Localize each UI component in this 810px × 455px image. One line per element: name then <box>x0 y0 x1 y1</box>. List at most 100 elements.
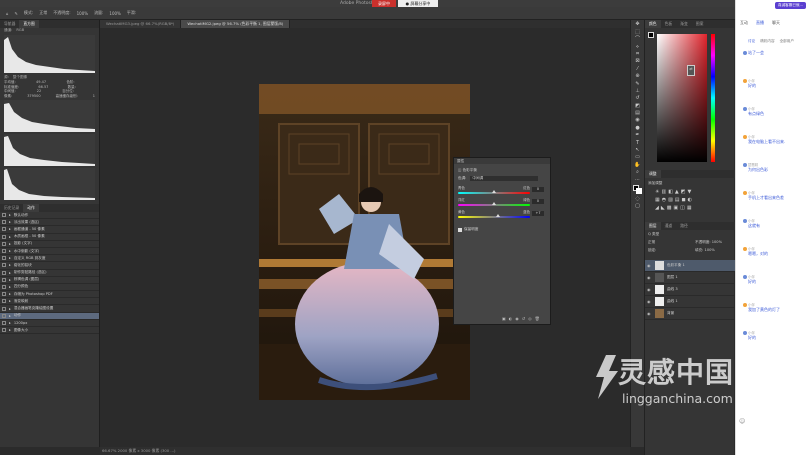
expand-arrow-icon[interactable]: ▸ <box>9 242 11 246</box>
avatar[interactable] <box>743 107 747 111</box>
channel-select[interactable]: RGB <box>16 28 24 33</box>
layer-name[interactable]: 背景 <box>667 311 674 316</box>
slider-value-field[interactable]: 0 <box>532 187 544 192</box>
layer-name[interactable]: 图层 1 <box>667 275 678 280</box>
expand-arrow-icon[interactable]: ▸ <box>9 256 11 260</box>
quick-mask-icon[interactable]: ◌ <box>634 196 642 202</box>
quick-select-icon[interactable]: ⋄ <box>634 44 642 50</box>
action-item[interactable]: ▸ 渐变映射 <box>0 298 99 306</box>
opt-mode-value[interactable]: 正常 <box>39 10 47 16</box>
shape-tool-icon[interactable]: ▭ <box>634 154 642 160</box>
tone-select[interactable]: 中间调 <box>470 176 539 181</box>
color-fg-swatch[interactable] <box>648 32 654 38</box>
slider-value-field[interactable]: 0 <box>532 199 544 204</box>
checkbox-icon[interactable] <box>2 234 6 239</box>
tab-navigator[interactable]: 导航器 <box>0 20 19 28</box>
eraser-icon[interactable]: ◩ <box>634 103 642 109</box>
action-item[interactable]: ▸ 投影 (文字) <box>0 241 99 248</box>
checkbox-icon[interactable] <box>2 320 6 325</box>
checkbox-icon[interactable] <box>2 227 6 232</box>
color-picker-field[interactable] <box>657 34 707 162</box>
document-image[interactable] <box>259 84 470 400</box>
zoom-tool-icon[interactable]: ⌕ <box>634 169 642 175</box>
action-item[interactable]: ▸ 木质画框 - 50 像素 <box>0 234 99 241</box>
action-item[interactable]: ▸ 1200px <box>0 320 99 327</box>
avatar[interactable] <box>743 51 747 55</box>
slider-knob[interactable] <box>492 202 496 205</box>
tab-patterns[interactable]: 图案 <box>692 20 708 28</box>
smile-icon[interactable]: ☺ <box>739 418 745 425</box>
more-tools-icon[interactable]: ⋯ <box>634 177 642 183</box>
tab-wechatimg3[interactable]: WechatIMG3.jpeg @ 66.7%(RGB/8*) <box>100 20 182 28</box>
brush-tool-icon[interactable]: ✎ <box>634 81 642 87</box>
layer-row[interactable]: ◉ 曲线 3 <box>645 284 735 296</box>
slider-knob[interactable] <box>492 190 496 193</box>
tab-channels[interactable]: 通道 <box>661 222 677 230</box>
expand-arrow-icon[interactable]: ▸ <box>9 213 11 217</box>
tab-layers[interactable]: 图层 <box>645 222 661 230</box>
layer-thumbnail[interactable] <box>655 297 664 306</box>
avatar[interactable] <box>743 331 747 335</box>
blur-icon[interactable]: ◉ <box>634 117 642 123</box>
tab-chat[interactable]: 聊天 <box>772 20 780 26</box>
tab-histogram[interactable]: 直方图 <box>19 20 39 28</box>
marquee-tool-icon[interactable]: ⬚ <box>634 29 642 35</box>
checkbox-icon[interactable] <box>2 256 6 261</box>
history-brush-icon[interactable]: ↺ <box>634 95 642 101</box>
move-tool-icon[interactable]: ✥ <box>634 21 642 27</box>
avatar[interactable] <box>743 303 747 307</box>
screen-mode-icon[interactable]: ▢ <box>634 203 642 209</box>
avatar[interactable] <box>743 163 747 167</box>
blend-mode-select[interactable]: 正常 <box>648 240 655 245</box>
expand-arrow-icon[interactable]: ▸ <box>9 314 11 318</box>
slider-track[interactable] <box>458 202 530 206</box>
opt-flow-value[interactable]: 100% <box>109 11 120 16</box>
checkbox-icon[interactable] <box>2 263 6 268</box>
adjustment-icons[interactable]: ☀▥◧▲◩▼ ▦◓▨▤◼◐ ◢◣▩▣◫▦ <box>655 188 730 212</box>
type-tool-icon[interactable]: T <box>634 140 642 146</box>
tab-color[interactable]: 颜色 <box>645 20 661 28</box>
expand-arrow-icon[interactable]: ▸ <box>9 321 11 325</box>
layer-thumbnail[interactable] <box>655 273 664 282</box>
crop-tool-icon[interactable]: ⌗ <box>634 51 642 57</box>
action-item[interactable]: ▸ 动作 <box>0 312 99 320</box>
action-item[interactable]: ▸ 图像大小 <box>0 327 99 335</box>
lasso-tool-icon[interactable]: ⌒ <box>634 36 642 42</box>
layer-row[interactable]: ◉ 图层 1 <box>645 272 735 284</box>
expand-arrow-icon[interactable]: ▸ <box>9 271 11 275</box>
checkbox-icon[interactable] <box>2 313 6 318</box>
action-item[interactable]: ▸ 混合器画笔克隆绘图设置 <box>0 305 99 313</box>
visibility-eye-icon[interactable]: ◉ <box>647 299 652 304</box>
avatar[interactable] <box>743 135 747 139</box>
expand-arrow-icon[interactable]: ▸ <box>9 328 11 332</box>
tab-swatches[interactable]: 色板 <box>661 20 677 28</box>
checkbox-icon[interactable] <box>2 213 6 218</box>
checkbox-icon[interactable] <box>2 299 6 304</box>
action-item[interactable]: ▸ 熔化的铅块 <box>0 262 99 270</box>
avatar[interactable] <box>743 79 747 83</box>
tab-wechatimg2[interactable]: WechatIMG2.jpeg @ 56.7% (色彩平衡 1, 图层蒙版/8) <box>181 20 291 28</box>
layer-thumbnail[interactable] <box>655 285 664 294</box>
service-badge[interactable]: 真诚客服已就... <box>775 2 806 9</box>
expand-arrow-icon[interactable]: ▸ <box>9 307 11 311</box>
action-item[interactable]: ▸ 自定义 RGB 到灰度 <box>0 255 99 263</box>
layer-name[interactable]: 曲线 1 <box>667 299 678 304</box>
layer-thumbnail[interactable] <box>655 261 664 270</box>
eyedropper-icon[interactable]: ⁄ <box>634 66 642 72</box>
layer-name[interactable]: 色彩平衡 1 <box>667 263 685 268</box>
checkbox-icon[interactable] <box>2 270 6 275</box>
background-color[interactable] <box>636 187 642 194</box>
action-item[interactable]: ▸ 四分颜色 <box>0 284 99 292</box>
action-item[interactable]: ▸ 淡出效果 (选区) <box>0 219 99 227</box>
expand-arrow-icon[interactable]: ▸ <box>9 299 11 303</box>
healing-brush-icon[interactable]: ⊕ <box>634 73 642 79</box>
recording-badge[interactable]: 录屏中 <box>372 0 396 7</box>
action-item[interactable]: ▸ 存储为 Photoshop PDF <box>0 291 99 299</box>
fill-field[interactable]: 填充: 100% <box>695 248 715 253</box>
path-select-icon[interactable]: ↖ <box>634 147 642 153</box>
opt-opacity-value[interactable]: 100% <box>77 11 88 16</box>
checkbox-icon[interactable] <box>2 328 6 333</box>
action-item[interactable]: ▸ 默认动作 <box>0 212 99 220</box>
expand-arrow-icon[interactable]: ▸ <box>9 249 11 253</box>
action-item[interactable]: ▸ 棕褐色调 (图层) <box>0 277 99 284</box>
